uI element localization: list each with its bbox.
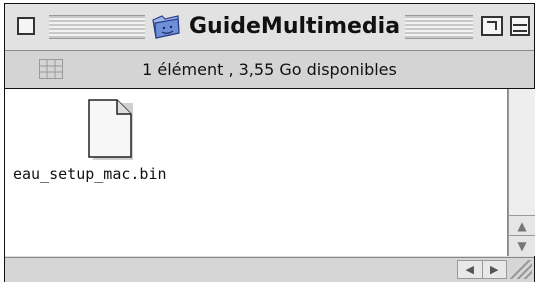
scroll-right-button[interactable]: ▶ [481,261,507,278]
file-item[interactable]: eau_setup_mac.bin [13,99,213,189]
scroll-left-button[interactable]: ◀ [458,261,482,278]
title-bar[interactable]: GuideMultimedia [5,4,534,51]
horizontal-scrollbar[interactable]: ◀ ▶ [5,257,534,282]
scroll-down-button[interactable]: ▼ [509,235,535,256]
window-title-group: GuideMultimedia [151,11,400,41]
arrow-right-icon: ▶ [490,263,499,276]
zoom-box[interactable] [481,16,503,36]
file-label[interactable]: eau_setup_mac.bin [13,165,167,183]
scroll-up-button[interactable]: ▲ [509,215,535,236]
title-stripes-right [405,15,473,39]
close-box[interactable] [17,17,35,35]
info-bar: 1 élément , 3,55 Go disponibles [5,51,534,89]
resize-handle[interactable] [510,260,532,279]
collapse-box[interactable] [510,16,530,36]
window-title: GuideMultimedia [189,13,401,39]
arrow-left-icon: ◀ [465,263,474,276]
folder-icon [152,15,180,39]
finder-window: GuideMultimedia 1 élément , 3,55 Go disp… [4,3,535,282]
horizontal-scroll-arrows: ◀ ▶ [457,260,507,279]
arrow-down-icon: ▼ [517,239,527,253]
title-stripes-left [49,15,145,39]
document-icon[interactable] [87,99,135,161]
arrow-up-icon: ▲ [517,219,527,233]
vertical-scrollbar[interactable]: ▲ ▼ [508,89,535,256]
status-text: 1 élément , 3,55 Go disponibles [142,60,397,79]
window-content: eau_setup_mac.bin [5,89,508,256]
